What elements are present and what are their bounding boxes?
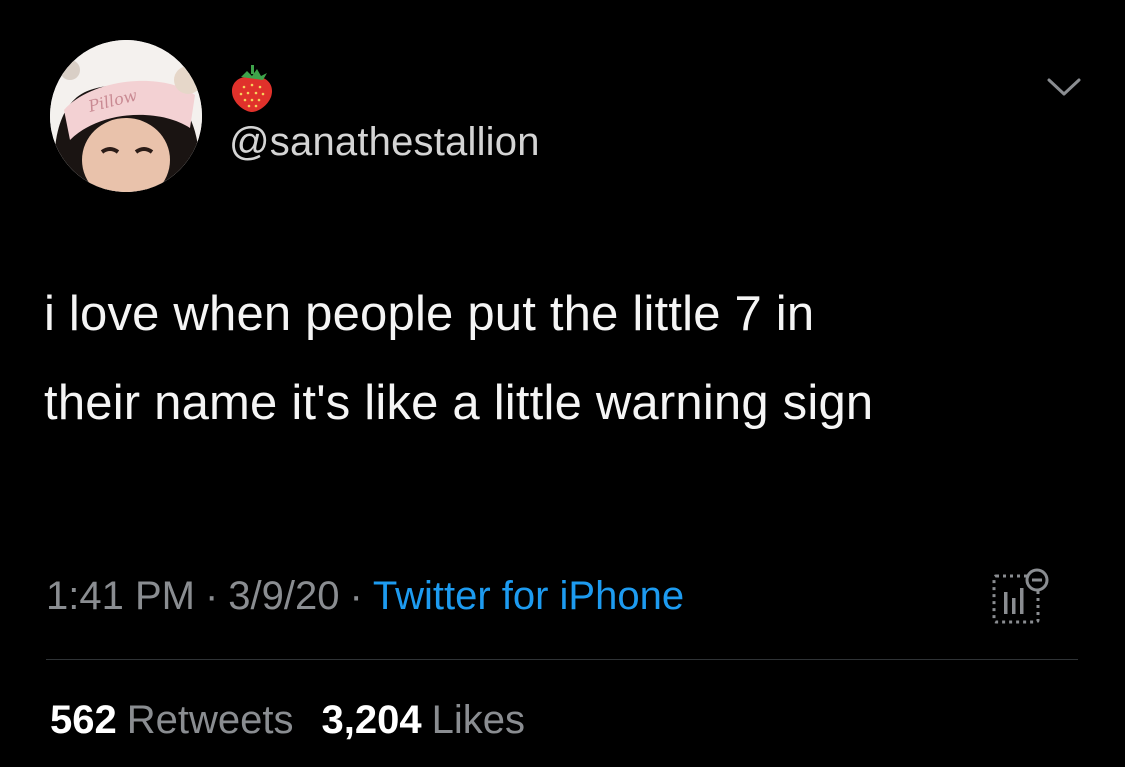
retweets-label: Retweets	[126, 698, 294, 742]
tweet-stats: 562 Retweets 3,204 Likes	[50, 696, 525, 744]
chevron-down-icon	[1047, 78, 1081, 96]
analytics-icon	[992, 568, 1049, 624]
avatar[interactable]: Pillow	[50, 40, 202, 192]
display-name[interactable]	[229, 60, 275, 116]
tweet-source-link[interactable]: Twitter for iPhone	[373, 574, 684, 618]
tweet-meta: 1:41 PM · 3/9/20 · Twitter for iPhone	[46, 572, 684, 620]
divider	[46, 659, 1078, 660]
retweets-stat[interactable]: 562 Retweets	[50, 698, 294, 742]
tweet-date: 3/9/20	[228, 574, 340, 618]
meta-separator: ·	[349, 574, 363, 618]
likes-label: Likes	[431, 698, 525, 742]
tweet-card: Pillow @sanathestallion i love when peop…	[0, 0, 1125, 767]
likes-stat[interactable]: 3,204 Likes	[322, 698, 526, 742]
avatar-image: Pillow	[50, 40, 202, 192]
likes-count: 3,204	[321, 698, 422, 742]
meta-separator: ·	[204, 574, 219, 618]
retweets-count: 562	[50, 698, 117, 742]
tweet-text: i love when people put the little 7 in t…	[44, 287, 874, 430]
tweet-time: 1:41 PM	[46, 574, 195, 618]
user-handle[interactable]: @sanathestallion	[229, 118, 540, 166]
analytics-button[interactable]	[990, 566, 1050, 628]
strawberry-icon	[231, 65, 273, 112]
tweet-menu-button[interactable]	[1044, 72, 1084, 102]
